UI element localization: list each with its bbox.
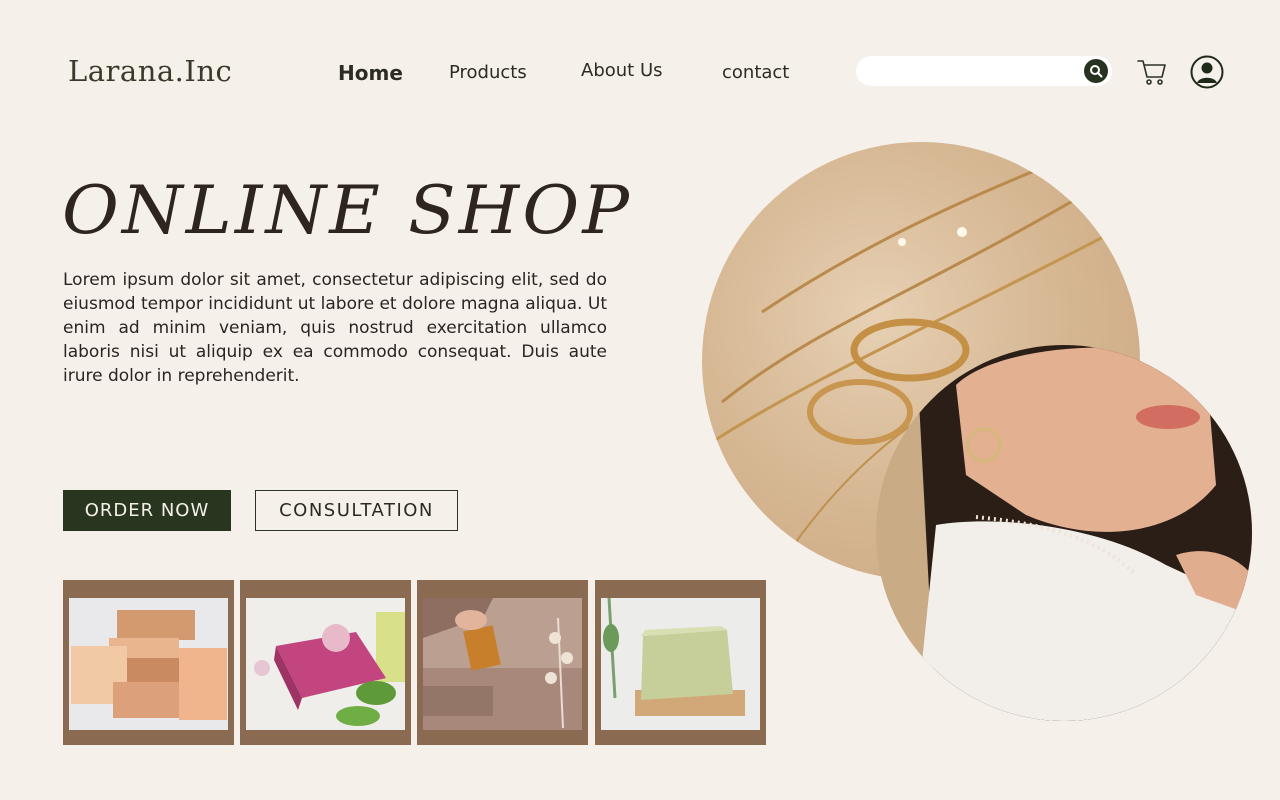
pink-soap-image <box>246 598 405 730</box>
search-button[interactable] <box>1084 59 1108 83</box>
hero-title: ONLINE SHOP <box>62 172 633 249</box>
hand-holding-soap-image <box>423 598 582 730</box>
model-portrait-image <box>876 345 1252 721</box>
nav-about-us[interactable]: About Us <box>581 60 663 81</box>
product-thumbnail[interactable] <box>63 580 234 745</box>
nav-products[interactable]: Products <box>449 62 527 83</box>
brand-logo[interactable]: Larana.Inc <box>68 54 232 88</box>
product-thumbnail[interactable] <box>595 580 766 745</box>
consultation-button[interactable]: CONSULTATION <box>255 490 458 531</box>
nav-contact[interactable]: contact <box>722 62 789 83</box>
search-input[interactable] <box>870 62 1074 82</box>
green-soap-image <box>601 598 760 730</box>
nav-home[interactable]: Home <box>338 61 403 85</box>
hero-description: Lorem ipsum dolor sit amet, consectetur … <box>63 270 607 386</box>
cart-icon[interactable] <box>1136 56 1168 88</box>
order-now-button[interactable]: ORDER NOW <box>63 490 231 531</box>
search-bar <box>856 56 1112 86</box>
user-icon[interactable] <box>1190 55 1224 89</box>
product-thumbnail[interactable] <box>240 580 411 745</box>
product-thumbnail[interactable] <box>417 580 588 745</box>
soap-stack-image <box>69 598 228 730</box>
search-icon <box>1090 65 1103 78</box>
